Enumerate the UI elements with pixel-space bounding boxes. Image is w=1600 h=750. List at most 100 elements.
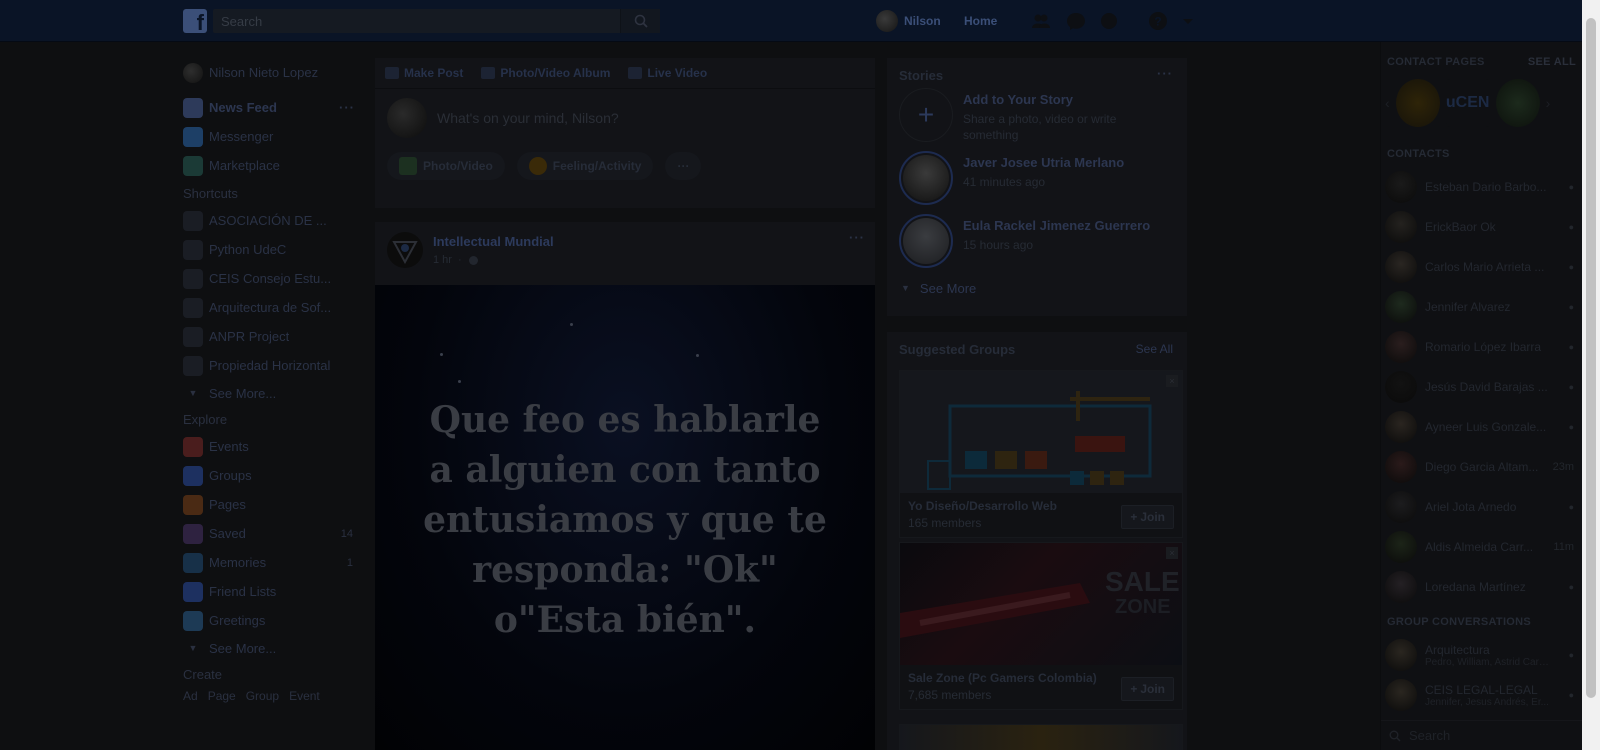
composer-tab[interactable]: Live Video: [628, 66, 707, 80]
close-icon[interactable]: ×: [1166, 547, 1178, 559]
composer-tab[interactable]: Make Post: [385, 66, 463, 80]
page-logo-icon[interactable]: uCEN: [1445, 79, 1490, 127]
create-group-link[interactable]: Group: [246, 689, 279, 703]
contact-item[interactable]: Jennifer Alvarez ●: [1381, 287, 1582, 327]
group-conversation-item[interactable]: Arquitectura Pedro, William, Astrid Caro.…: [1381, 635, 1582, 675]
nav-profile-link[interactable]: Nilson: [876, 10, 941, 32]
story-item[interactable]: Eula Rackel Jimenez Guerrero 15 hours ago: [887, 214, 1187, 277]
sidebar-item-label: News Feed: [209, 100, 277, 115]
stories-options-icon[interactable]: ···: [1157, 66, 1173, 81]
post-options-icon[interactable]: ···: [849, 230, 865, 245]
group-conversation-members: Jennifer, Jesus Andrés, Er...: [1425, 696, 1549, 708]
avatar: [903, 155, 949, 201]
composer-action-button[interactable]: Feeling/Activity: [516, 152, 654, 180]
explore-item[interactable]: Saved 14: [183, 519, 363, 548]
scrollbar-thumb[interactable]: [1586, 18, 1596, 698]
sidebar-item[interactable]: Messenger: [183, 122, 363, 151]
explore-item[interactable]: Events: [183, 432, 363, 461]
page-logo-icon[interactable]: [387, 232, 423, 268]
contact-item[interactable]: Ariel Jota Arnedo ●: [1381, 487, 1582, 527]
create-ad-link[interactable]: Ad: [183, 689, 198, 703]
page-logo-icon[interactable]: [1395, 79, 1440, 127]
contact-item[interactable]: Loredana Martínez ●: [1381, 567, 1582, 607]
stories-see-more-link[interactable]: ▼ See More: [887, 277, 1187, 299]
page-scrollbar[interactable]: [1582, 0, 1600, 750]
avatar: [183, 62, 203, 83]
avatar: [387, 97, 427, 138]
shortcut-item[interactable]: CEIS Consejo Estu...: [183, 264, 363, 293]
explore-item[interactable]: Friend Lists: [183, 577, 363, 606]
create-page-link[interactable]: Page: [208, 689, 236, 703]
notifications-globe-icon[interactable]: [1099, 11, 1119, 31]
explore-item[interactable]: Groups: [183, 461, 363, 490]
contact-item[interactable]: Carlos Mario Arrieta ... ●: [1381, 247, 1582, 287]
messenger-icon[interactable]: [1066, 11, 1086, 31]
composer-body[interactable]: What's on your mind, Nilson?: [375, 88, 875, 146]
help-icon[interactable]: ?: [1148, 11, 1168, 31]
see-all-link[interactable]: See All: [1136, 342, 1173, 356]
shortcut-item[interactable]: Arquitectura de Sof...: [183, 293, 363, 322]
post-page-name[interactable]: Intellectual Mundial: [433, 234, 554, 249]
friend-requests-icon[interactable]: [1031, 11, 1051, 31]
explore-item[interactable]: Greetings: [183, 606, 363, 635]
post-time[interactable]: 1 hr: [433, 254, 452, 266]
group-cover-image[interactable]: SALE ZONE ×: [900, 543, 1182, 665]
calendar-icon: [183, 436, 203, 457]
group-conversation-item[interactable]: CEIS LEGAL-LEGAL Jennifer, Jesus Andrés, …: [1381, 675, 1582, 715]
contact-item[interactable]: Esteban Dario Barbo... ●: [1381, 167, 1582, 207]
avatar: [1385, 571, 1417, 603]
search-input[interactable]: [213, 9, 660, 33]
avatar: [876, 10, 898, 32]
shortcut-item[interactable]: ANPR Project: [183, 322, 363, 351]
contact-item[interactable]: Ayneer Luis Gonzale... ●: [1381, 407, 1582, 447]
contact-item[interactable]: Romario López Ibarra ●: [1381, 327, 1582, 367]
search-button[interactable]: [620, 9, 660, 33]
join-group-button[interactable]: + Join: [1121, 505, 1174, 529]
profile-link[interactable]: Nilson Nieto Lopez: [183, 58, 363, 87]
post-image[interactable]: Que feo es hablarle a alguien con tanto …: [375, 285, 875, 750]
more-options-icon[interactable]: ···: [665, 152, 702, 180]
composer-placeholder[interactable]: What's on your mind, Nilson?: [437, 110, 619, 126]
search-icon: [1389, 730, 1401, 742]
contact-item[interactable]: ErickBaor Ok ●: [1381, 207, 1582, 247]
chevron-right-icon[interactable]: ›: [1546, 95, 1551, 111]
nav-home-link[interactable]: Home: [964, 14, 997, 28]
avatar: [1385, 531, 1417, 563]
facebook-logo-icon[interactable]: f: [183, 9, 207, 35]
explore-item[interactable]: Pages: [183, 490, 363, 519]
story-item[interactable]: Javer Josee Utria Merlano 41 minutes ago: [887, 151, 1187, 214]
composer-tab[interactable]: Photo/Video Album: [481, 66, 610, 80]
page-logo-icon[interactable]: [1495, 79, 1540, 127]
contact-name: Ariel Jota Arnedo: [1425, 500, 1517, 514]
suggested-groups-card: Suggested Groups See All × Yo Diseño/Des…: [887, 332, 1187, 750]
sidebar-item[interactable]: News Feed ···: [183, 93, 363, 122]
contact-item[interactable]: Diego Garcia Altam... 23m: [1381, 447, 1582, 487]
contact-item[interactable]: Aldis Almeida Carr... 11m: [1381, 527, 1582, 567]
add-story-item[interactable]: + Add to Your Story Share a photo, video…: [887, 88, 1187, 151]
group-cover-image[interactable]: ×: [900, 371, 1182, 493]
story-time: 15 hours ago: [963, 238, 1034, 252]
shortcut-item[interactable]: ASOCIACIÓN DE ...: [183, 206, 363, 235]
shortcut-item[interactable]: Propiedad Horizontal: [183, 351, 363, 380]
composer-action-button[interactable]: Photo/Video: [387, 152, 505, 180]
explore-item[interactable]: Memories 1: [183, 548, 363, 577]
explore-see-more-link[interactable]: ▼ See More...: [183, 635, 363, 661]
account-menu-chevron-icon[interactable]: [1178, 11, 1198, 31]
online-status-icon: ●: [1568, 690, 1574, 700]
sidebar-item[interactable]: Marketplace: [183, 151, 363, 180]
more-options-icon[interactable]: ···: [339, 100, 355, 115]
create-event-link[interactable]: Event: [289, 689, 320, 703]
contact-item[interactable]: Jesús David Barajas ... ●: [1381, 367, 1582, 407]
create-heading: Create: [183, 667, 223, 682]
online-status-icon: ●: [1568, 182, 1574, 192]
shortcuts-see-more-link[interactable]: ▼ See More...: [183, 380, 363, 406]
see-all-link[interactable]: SEE ALL: [1528, 49, 1576, 75]
close-icon[interactable]: ×: [1166, 375, 1178, 387]
chat-search-bar[interactable]: Search: [1381, 720, 1583, 750]
svg-text:?: ?: [1154, 15, 1161, 29]
post-header: Intellectual Mundial 1 hr · ···: [375, 222, 875, 286]
chevron-left-icon[interactable]: ‹: [1385, 95, 1390, 111]
group-suggestion-partial[interactable]: [899, 724, 1183, 750]
join-group-button[interactable]: + Join: [1121, 677, 1174, 701]
shortcut-item[interactable]: Python UdeC: [183, 235, 363, 264]
